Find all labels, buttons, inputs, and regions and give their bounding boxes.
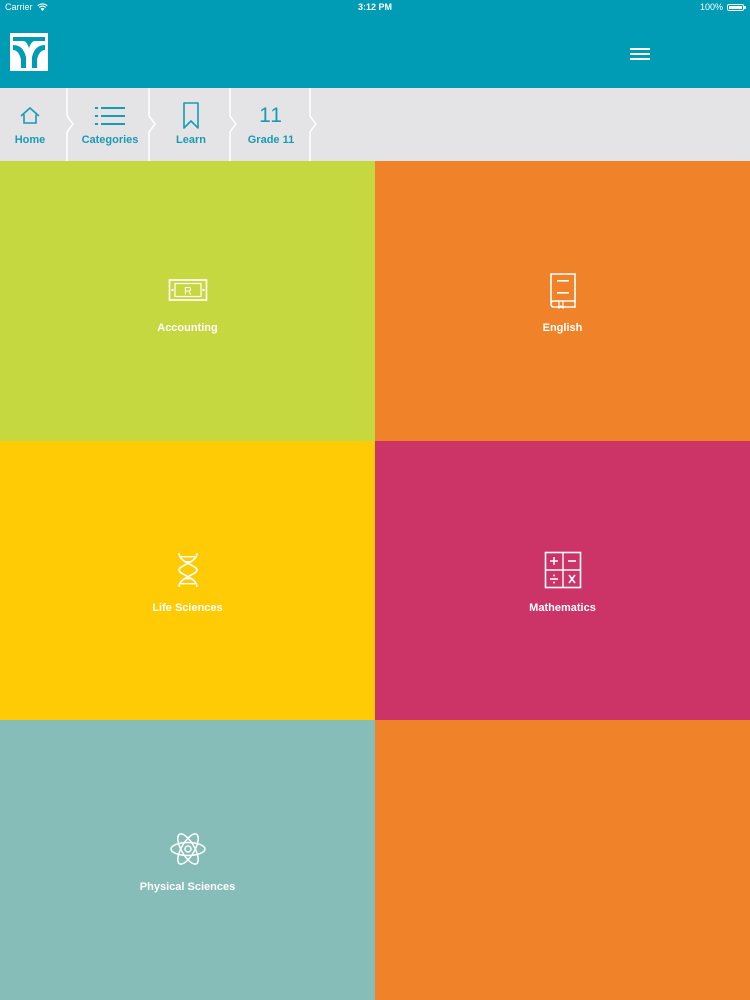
atom-icon bbox=[169, 833, 206, 865]
subject-tile-physical-sciences[interactable]: Physical Sciences bbox=[0, 720, 375, 1000]
breadcrumb-grade-label: Grade 11 bbox=[247, 134, 295, 146]
banknote-icon: R bbox=[168, 279, 207, 301]
battery-percent: 100% bbox=[699, 2, 723, 12]
breadcrumb-grade[interactable]: 11 Grade 11 bbox=[234, 88, 308, 161]
status-bar: Carrier 3:12 PM 100% bbox=[0, 0, 750, 16]
subject-label: Mathematics bbox=[529, 601, 596, 614]
breadcrumb-home[interactable]: Home bbox=[0, 88, 60, 161]
subject-tile-empty[interactable] bbox=[375, 720, 750, 1000]
subject-tile-english[interactable]: English bbox=[375, 161, 750, 441]
breadcrumb-separator bbox=[309, 88, 317, 161]
list-icon bbox=[95, 107, 125, 125]
breadcrumb-home-label: Home bbox=[14, 134, 46, 146]
book-icon bbox=[549, 273, 576, 309]
hamburger-menu-icon[interactable] bbox=[624, 42, 656, 66]
app-bar bbox=[0, 16, 750, 88]
subject-tile-mathematics[interactable]: Mathematics bbox=[375, 441, 750, 720]
battery-indicator: 100% bbox=[699, 2, 746, 12]
breadcrumb-learn-label: Learn bbox=[176, 134, 206, 146]
subject-label: Life Sciences bbox=[152, 601, 223, 614]
breadcrumb-categories-label: Categories bbox=[81, 134, 139, 146]
brand-logo-icon[interactable] bbox=[10, 33, 48, 71]
subject-label: English bbox=[542, 322, 583, 334]
svg-text:R: R bbox=[184, 286, 192, 298]
battery-icon bbox=[727, 3, 746, 11]
subject-tile-life-sciences[interactable]: Life Sciences bbox=[0, 441, 375, 720]
dna-icon bbox=[177, 552, 198, 587]
breadcrumb-learn[interactable]: Learn bbox=[154, 88, 228, 161]
calculator-icon bbox=[544, 551, 581, 588]
grade-number: 11 bbox=[259, 104, 283, 127]
subject-label: Accounting bbox=[157, 322, 218, 334]
breadcrumb: Home Categories Learn 11 Grade 11 bbox=[0, 88, 750, 161]
subject-tile-accounting[interactable]: R Accounting bbox=[0, 161, 375, 441]
home-icon bbox=[20, 107, 40, 124]
bookmark-icon bbox=[183, 102, 199, 129]
status-time: 3:12 PM bbox=[357, 2, 392, 12]
subject-label: Physical Sciences bbox=[139, 881, 236, 893]
breadcrumb-categories[interactable]: Categories bbox=[72, 88, 148, 161]
